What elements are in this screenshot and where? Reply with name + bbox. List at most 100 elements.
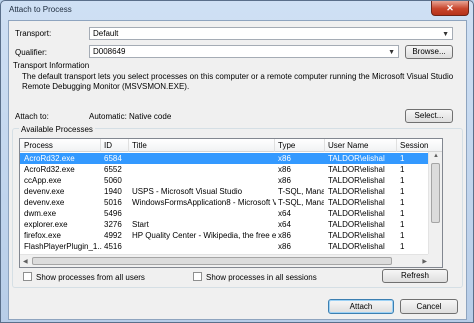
- process-name: AcroRd32.exe: [24, 154, 75, 163]
- qualifier-value: D008649: [93, 47, 126, 56]
- process-session: 1: [400, 242, 405, 251]
- process-user: TALDOR\elishal: [328, 176, 385, 185]
- all-users-label[interactable]: Show processes from all users: [36, 273, 145, 282]
- process-user: TALDOR\elishal: [328, 231, 385, 240]
- transport-label: Transport:: [15, 29, 52, 38]
- transport-dropdown[interactable]: Default ▼: [89, 27, 453, 40]
- process-row[interactable]: dwm.exe 5496 x64 TALDOR\elishal 1: [20, 208, 429, 219]
- column-header-user-name[interactable]: User Name: [328, 141, 368, 150]
- process-user: TALDOR\elishal: [328, 187, 385, 196]
- process-row[interactable]: AcroRd32.exe 6552 x86 TALDOR\elishal 1: [20, 164, 429, 175]
- column-header-id[interactable]: ID: [104, 141, 112, 150]
- process-name: ccApp.exe: [24, 176, 62, 185]
- process-id: 5016: [104, 198, 122, 207]
- dialog-body: Transport: Default ▼ Qualifier: D008649 …: [8, 20, 467, 320]
- process-user: TALDOR\elishal: [328, 242, 385, 251]
- process-title: Start: [132, 220, 149, 229]
- qualifier-label: Qualifier:: [15, 48, 48, 57]
- scroll-corner: [428, 254, 442, 267]
- process-name: firefox.exe: [24, 231, 61, 240]
- process-session: 1: [400, 176, 405, 185]
- process-type: x86: [278, 176, 291, 185]
- process-row[interactable]: explorer.exe 3276 Start x64 TALDOR\elishal 1: [20, 219, 429, 230]
- process-title: WindowsFormsApplication8 - Microsoft Vi.…: [132, 198, 276, 207]
- process-name: explorer.exe: [24, 220, 68, 229]
- process-id: 1940: [104, 187, 122, 196]
- process-type: x64: [278, 209, 291, 218]
- process-row[interactable]: ccApp.exe 5060 x86 TALDOR\elishal 1: [20, 175, 429, 186]
- process-id: 4992: [104, 231, 122, 240]
- process-type: x86: [278, 242, 291, 251]
- scroll-right-icon[interactable]: ▶: [422, 258, 427, 265]
- process-row[interactable]: firefox.exe 4992 HP Quality Center - Wikip…: [20, 230, 429, 241]
- refresh-button[interactable]: Refresh: [382, 269, 448, 283]
- process-id: 4516: [104, 242, 122, 251]
- column-header-session[interactable]: Session: [400, 141, 428, 150]
- process-id: 6584: [104, 154, 122, 163]
- process-user: TALDOR\elishal: [328, 209, 385, 218]
- scroll-left-icon[interactable]: ◀: [23, 258, 28, 265]
- process-session: 1: [400, 198, 405, 207]
- attach-to-value: Automatic: Native code: [89, 112, 172, 121]
- chevron-down-icon: ▼: [442, 31, 449, 38]
- process-list-header: Process ID Title Type User Name Session: [20, 139, 442, 152]
- attach-to-process-window: Attach to Process ✕ Transport: Default ▼…: [0, 0, 474, 323]
- all-users-checkbox[interactable]: [23, 272, 32, 281]
- process-row[interactable]: FlashPlayerPlugin_1... 4516 x86 TALDOR\elis…: [20, 241, 429, 252]
- close-button[interactable]: ✕: [431, 1, 469, 16]
- scroll-up-icon[interactable]: ▲: [433, 153, 439, 159]
- process-user: TALDOR\elishal: [328, 220, 385, 229]
- process-type: x86: [278, 165, 291, 174]
- process-row[interactable]: devenv.exe 5016 WindowsFormsApplication8 -…: [20, 197, 429, 208]
- column-header-process[interactable]: Process: [24, 141, 53, 150]
- cancel-button[interactable]: Cancel: [400, 299, 458, 314]
- process-name: devenv.exe: [24, 198, 65, 207]
- process-type: x86: [278, 231, 291, 240]
- process-type: T-SQL, Mana...: [278, 187, 324, 196]
- attach-button[interactable]: Attach: [328, 299, 394, 314]
- process-type: x64: [278, 220, 291, 229]
- process-row[interactable]: devenv.exe 1940 USPS - Microsoft Visual St…: [20, 186, 429, 197]
- process-id: 3276: [104, 220, 122, 229]
- process-name: devenv.exe: [24, 187, 65, 196]
- process-session: 1: [400, 154, 405, 163]
- select-button[interactable]: Select...: [405, 109, 453, 123]
- horizontal-scrollbar[interactable]: ◀ ▶: [20, 254, 430, 267]
- process-type: T-SQL, Mana...: [278, 198, 324, 207]
- process-name: AcroRd32.exe: [24, 165, 75, 174]
- process-session: 1: [400, 231, 405, 240]
- column-header-type[interactable]: Type: [278, 141, 295, 150]
- process-id: 5496: [104, 209, 122, 218]
- process-name: dwm.exe: [24, 209, 57, 218]
- process-session: 1: [400, 187, 405, 196]
- title-bar[interactable]: Attach to Process ✕: [1, 1, 473, 18]
- window-title: Attach to Process: [9, 5, 72, 14]
- transport-info-heading: Transport Information: [13, 61, 90, 70]
- all-sessions-label[interactable]: Show processes in all sessions: [206, 273, 317, 282]
- process-session: 1: [400, 220, 405, 229]
- horizontal-scroll-thumb[interactable]: [32, 257, 392, 265]
- process-id: 6552: [104, 165, 122, 174]
- process-session: 1: [400, 165, 405, 174]
- chevron-down-icon: ▼: [388, 49, 395, 56]
- process-session: 1: [400, 209, 405, 218]
- qualifier-input[interactable]: D008649 ▼: [89, 45, 399, 58]
- transport-value: Default: [93, 29, 119, 38]
- transport-info-text: The default transport lets you select pr…: [22, 72, 454, 91]
- browse-button[interactable]: Browse...: [405, 45, 453, 59]
- vertical-scroll-thumb[interactable]: [431, 163, 440, 223]
- process-user: TALDOR\elishal: [328, 198, 385, 207]
- process-user: TALDOR\elishal: [328, 165, 385, 174]
- process-row[interactable]: AcroRd32.exe 6584 x86 TALDOR\elishal 1: [20, 153, 429, 164]
- process-id: 5060: [104, 176, 122, 185]
- process-list[interactable]: Process ID Title Type User Name Session …: [19, 138, 443, 268]
- available-processes-heading: Available Processes: [19, 125, 95, 134]
- process-user: TALDOR\elishal: [328, 154, 385, 163]
- column-header-title[interactable]: Title: [132, 141, 147, 150]
- process-title: HP Quality Center - Wikipedia, the free …: [132, 231, 276, 240]
- process-name: FlashPlayerPlugin_1...: [24, 242, 102, 251]
- attach-to-label: Attach to:: [15, 112, 49, 121]
- process-title: USPS - Microsoft Visual Studio: [132, 187, 243, 196]
- all-sessions-checkbox[interactable]: [193, 272, 202, 281]
- vertical-scrollbar[interactable]: ▲ ▼: [428, 152, 442, 267]
